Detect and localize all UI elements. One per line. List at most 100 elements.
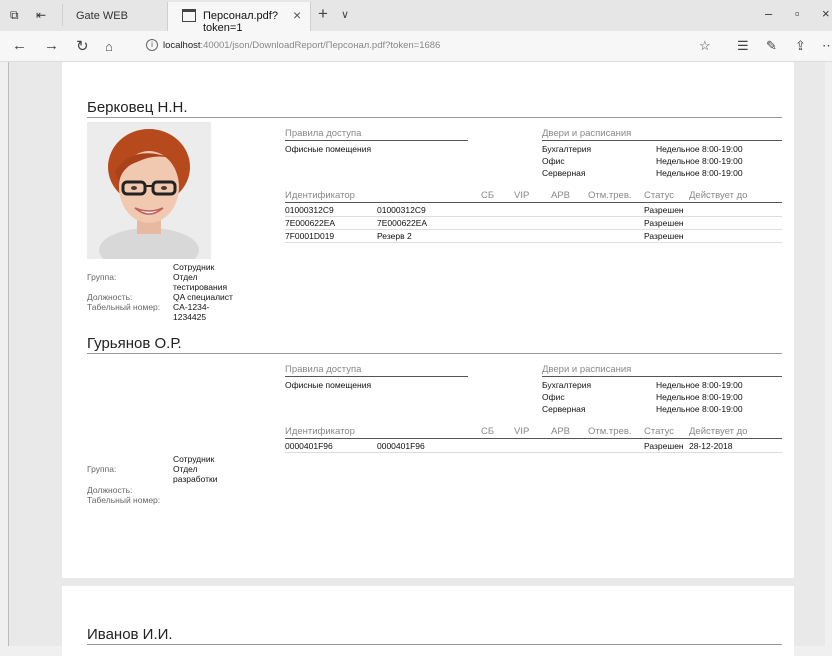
forward-icon[interactable]: →	[44, 37, 59, 54]
sb-header: СБ	[481, 190, 495, 201]
notes-icon[interactable]: ✎	[766, 38, 777, 54]
card-desc: 01000312C9	[377, 205, 426, 215]
group-value: Отдел	[173, 272, 198, 282]
group-value: тестирования	[173, 282, 228, 292]
url-path: :40001/json/DownloadReport/Персонал.pdf?…	[200, 40, 441, 51]
browser-window: ⧉ ⇤ Gate WEB Персонал.pdf?token=1 × + ∨ …	[0, 0, 832, 656]
door-schedule: Недельное 8:00-19:00	[656, 380, 743, 390]
favorite-icon[interactable]: ☆	[699, 38, 711, 54]
more-icon[interactable]: ⋯	[822, 38, 832, 54]
identifier-header: Идентификатор	[285, 190, 355, 201]
set-aside-tabs-icon[interactable]: ⇤	[36, 8, 46, 22]
card-status: Разрешен	[644, 231, 684, 241]
position-value: QA специалист	[173, 292, 233, 302]
sb-header: СБ	[481, 426, 495, 437]
divider	[285, 229, 782, 230]
new-tab-icon[interactable]: +	[318, 4, 328, 24]
back-icon[interactable]: ←	[12, 37, 27, 54]
card-status: Разрешен	[644, 218, 684, 228]
divider	[542, 140, 782, 141]
valid-until-header: Действует до	[689, 190, 748, 201]
tab-number-value: 1234425	[173, 312, 207, 322]
person-name: Берковец Н.Н.	[87, 99, 188, 116]
access-rules-header: Правила доступа	[285, 128, 362, 139]
valid-until-header: Действует до	[689, 426, 748, 437]
url-field[interactable]: localhost:40001/json/DownloadReport/Перс…	[163, 40, 440, 51]
group-value: Сотрудник	[173, 262, 215, 272]
group-label: Группа:	[87, 272, 117, 282]
divider	[87, 117, 782, 118]
pdf-viewer[interactable]: Берковец Н.Н. Правила доступа Двери и ра…	[8, 62, 825, 656]
divider	[285, 438, 782, 439]
vip-header: VIP	[514, 426, 530, 437]
divider	[87, 644, 782, 645]
door-name: Серверная	[542, 168, 586, 178]
card-id: 7E000622EA	[285, 218, 336, 228]
door-name: Офис	[542, 392, 565, 402]
group-value: Отдел	[173, 464, 198, 474]
card-status: Разрешен	[644, 441, 684, 451]
card-desc: Резерв 2	[377, 231, 412, 241]
status-header: Статус	[644, 190, 675, 201]
divider	[285, 216, 782, 217]
vip-header: VIP	[514, 190, 530, 201]
url-host: localhost	[163, 40, 201, 51]
person-name: Гурьянов О.Р.	[87, 335, 182, 352]
card-id: 0000401F96	[285, 441, 333, 451]
card-desc: 7E000622EA	[377, 218, 428, 228]
home-icon[interactable]: ⌂	[105, 39, 113, 54]
group-label: Группа:	[87, 464, 117, 474]
identifier-header: Идентификатор	[285, 426, 355, 437]
group-value: разработки	[173, 474, 218, 484]
doors-header: Двери и расписания	[542, 364, 632, 375]
access-rule: Офисные помещения	[285, 144, 372, 154]
person-name: Иванов И.И.	[87, 626, 173, 643]
door-schedule: Недельное 8:00-19:00	[656, 156, 743, 166]
divider	[542, 376, 782, 377]
close-window-icon[interactable]: ×	[822, 6, 830, 21]
address-bar: ← → ↻ ⌂ i localhost:40001/json/DownloadR…	[0, 31, 832, 62]
door-name: Офис	[542, 156, 565, 166]
position-label: Должность:	[87, 292, 133, 302]
door-name: Бухгалтерия	[542, 144, 592, 154]
card-id: 7F0001D019	[285, 231, 335, 241]
tab-gate-web[interactable]: Gate WEB	[63, 0, 166, 31]
arv-header: АРВ	[551, 190, 571, 201]
door-schedule: Недельное 8:00-19:00	[656, 392, 743, 402]
position-label: Должность:	[87, 485, 133, 495]
card-desc: 0000401F96	[377, 441, 425, 451]
door-schedule: Недельное 8:00-19:00	[656, 144, 743, 154]
minimize-icon[interactable]: –	[765, 6, 772, 21]
access-rule: Офисные помещения	[285, 380, 372, 390]
divider	[285, 202, 782, 203]
favorites-list-icon[interactable]: ☰	[737, 38, 749, 54]
card-id: 01000312C9	[285, 205, 334, 215]
share-icon[interactable]: ⇪	[795, 38, 806, 54]
info-icon[interactable]: i	[146, 39, 158, 51]
alarm-header: Отм.трев.	[588, 426, 632, 437]
pdf-page: Берковец Н.Н. Правила доступа Двери и ра…	[62, 62, 794, 578]
door-schedule: Недельное 8:00-19:00	[656, 404, 743, 414]
pdf-tab-icon	[182, 9, 196, 22]
group-value: Сотрудник	[173, 454, 215, 464]
person-photo	[87, 122, 211, 259]
arv-header: АРВ	[551, 426, 571, 437]
close-tab-icon[interactable]: ×	[293, 7, 301, 23]
door-name: Бухгалтерия	[542, 380, 592, 390]
refresh-icon[interactable]: ↻	[76, 37, 89, 55]
divider	[285, 140, 468, 141]
tab-report-pdf[interactable]: Персонал.pdf?token=1 ×	[167, 2, 311, 34]
door-name: Серверная	[542, 404, 586, 414]
doors-header: Двери и расписания	[542, 128, 632, 139]
tab-number-label: Табельный номер:	[87, 495, 161, 505]
title-bar: ⧉ ⇤ Gate WEB Персонал.pdf?token=1 × + ∨ …	[0, 0, 832, 34]
tab-number-value: CA-1234-	[173, 302, 210, 312]
alarm-header: Отм.трев.	[588, 190, 632, 201]
access-rules-header: Правила доступа	[285, 364, 362, 375]
tab-preview-icon[interactable]: ⧉	[10, 8, 19, 23]
status-header: Статус	[644, 426, 675, 437]
divider	[285, 376, 468, 377]
tab-list-icon[interactable]: ∨	[341, 8, 349, 21]
maximize-icon[interactable]: ▫	[795, 6, 800, 21]
divider	[285, 452, 782, 453]
